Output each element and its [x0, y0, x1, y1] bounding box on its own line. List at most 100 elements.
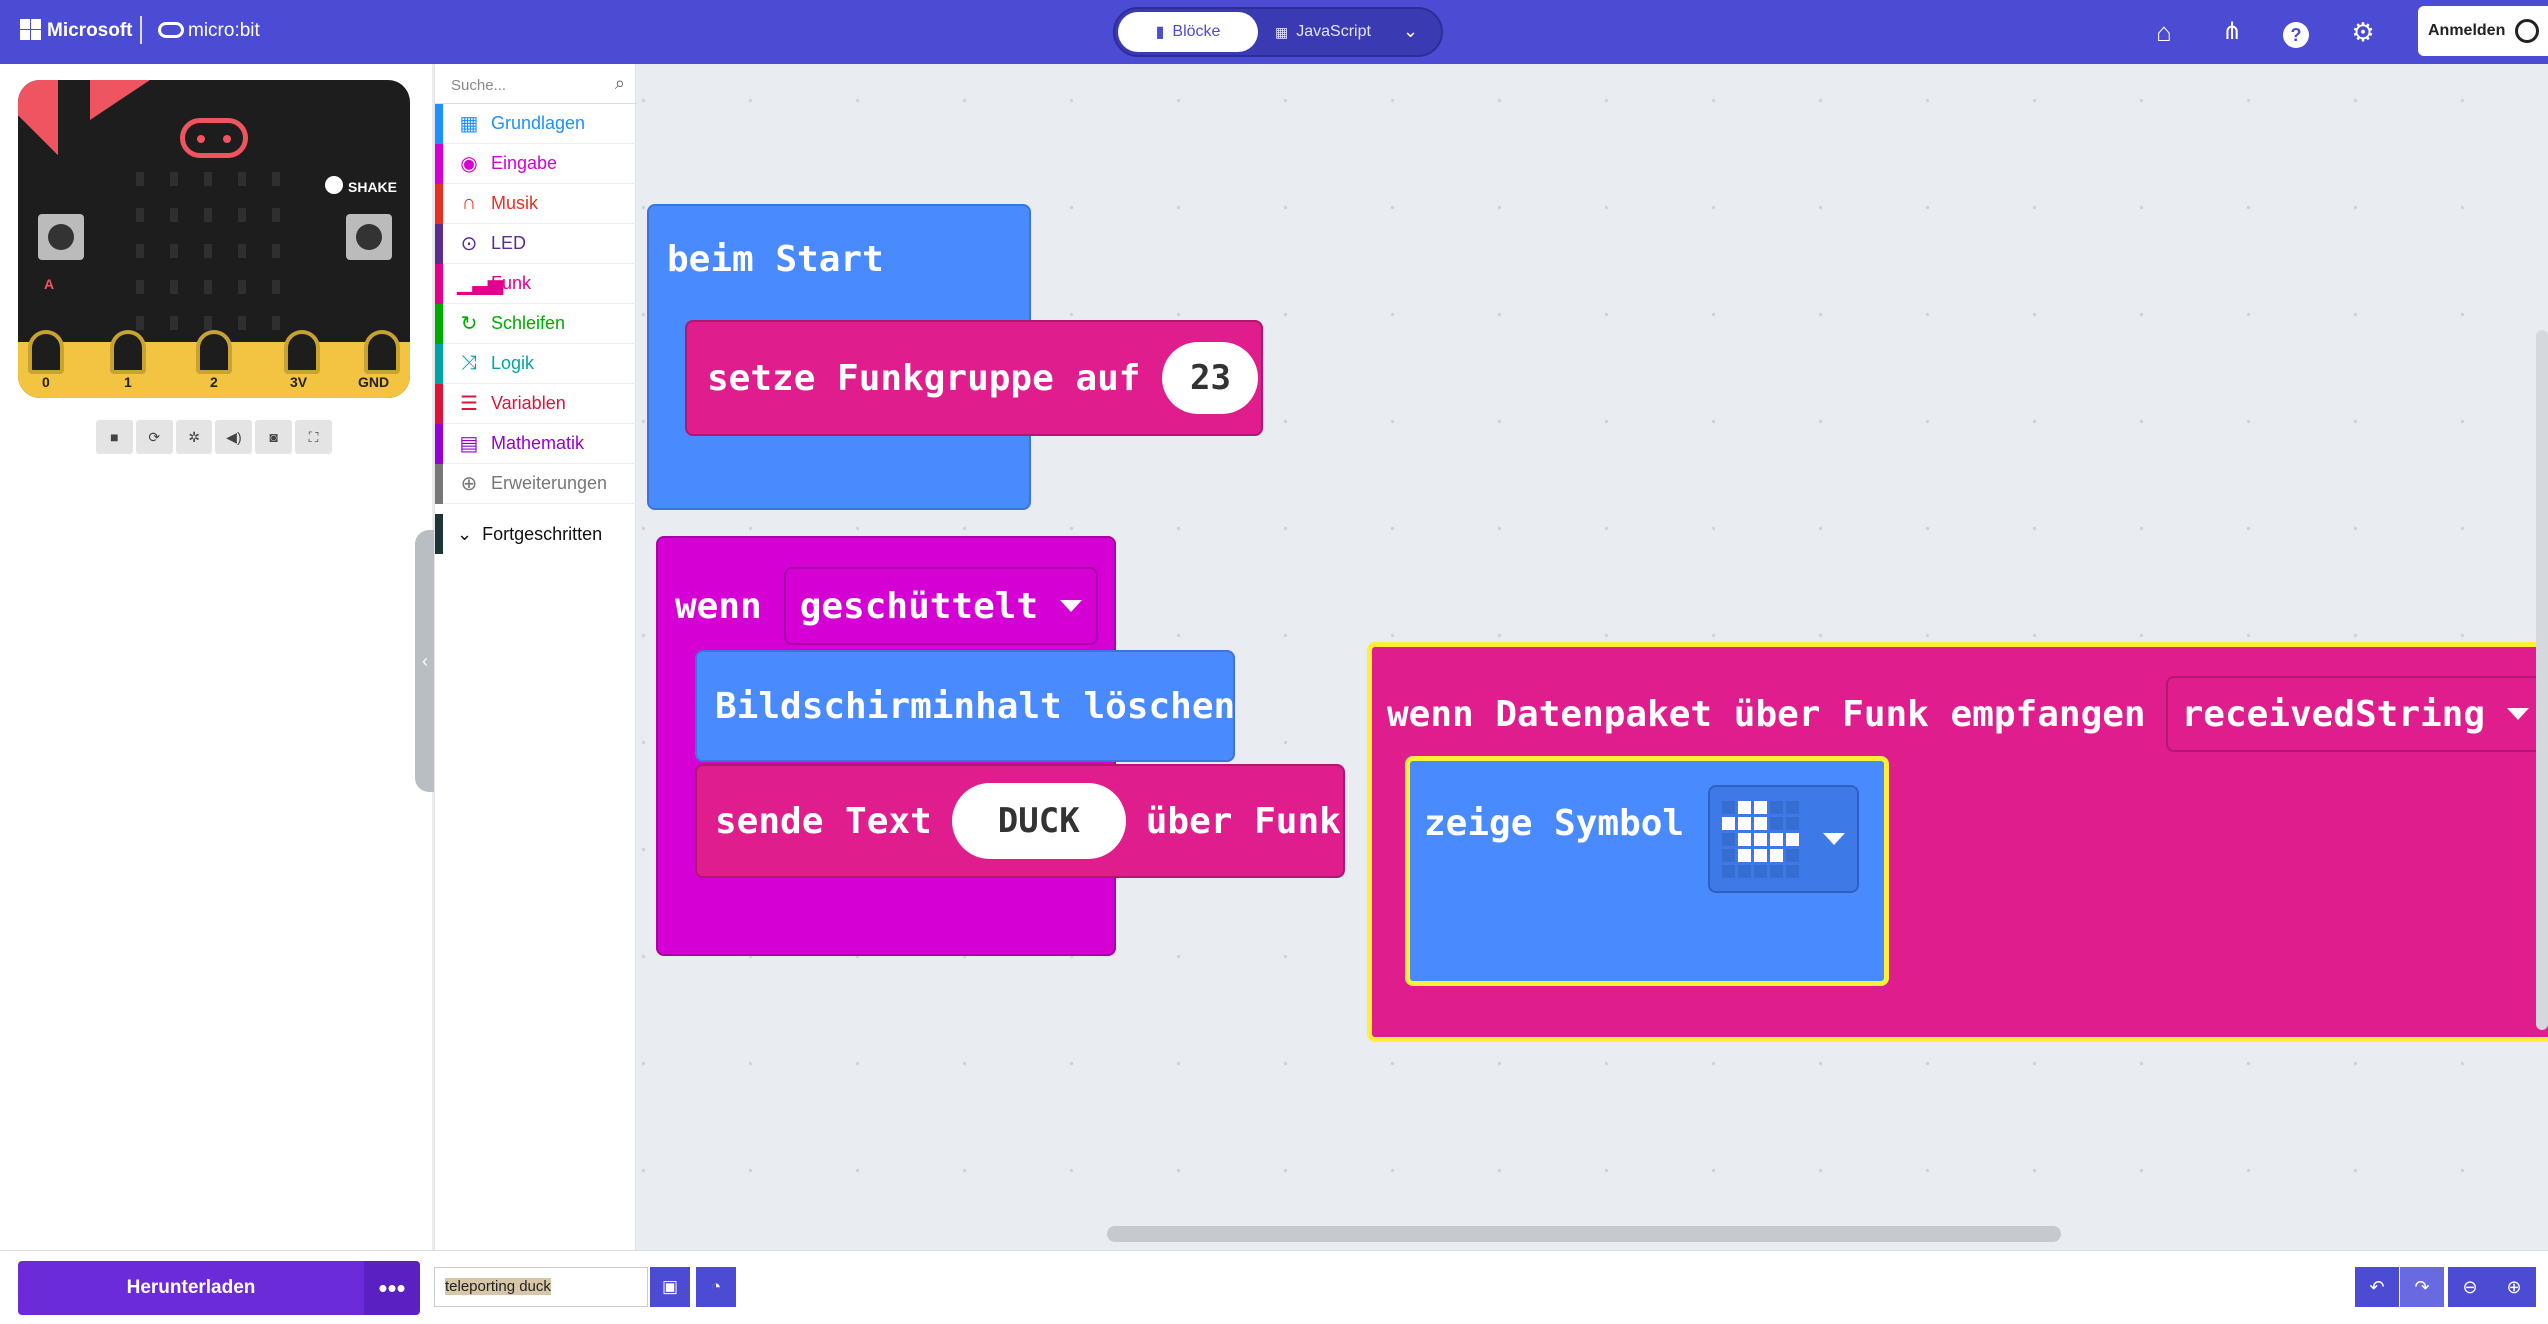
signin-button[interactable]: Anmelden	[2418, 6, 2548, 56]
signal-icon: ▁▃▅	[457, 273, 504, 295]
pin-label: 1	[124, 374, 132, 390]
microbit-label[interactable]: micro:bit	[188, 20, 260, 42]
pin-label: 2	[210, 374, 218, 390]
user-avatar-icon	[2515, 19, 2540, 43]
category-label: Logik	[491, 353, 535, 373]
received-variable-dropdown[interactable]: receivedString	[2165, 676, 2546, 752]
dropdown-arrow-icon	[1060, 600, 1083, 612]
microsoft-logo-icon	[20, 19, 41, 40]
horizontal-scrollbar[interactable]	[1107, 1226, 2061, 1242]
headphones-icon: ∩	[461, 192, 477, 214]
home-icon[interactable]: ⌂	[2146, 14, 2182, 50]
collapse-simulator-handle[interactable]: ‹	[415, 530, 435, 792]
show-icon-label: zeige Symbol	[1424, 803, 1685, 844]
gesture-dropdown[interactable]: geschüttelt	[783, 567, 1099, 645]
microbit-logo-touch[interactable]	[180, 118, 248, 158]
puzzle-icon: ▮	[1155, 24, 1165, 41]
edge-connector: 0 1 2 3V GND	[18, 330, 410, 398]
category-led[interactable]: ⊙ LED	[435, 224, 637, 264]
button-a[interactable]	[38, 214, 84, 260]
project-name-input[interactable]: teleporting duck	[434, 1267, 648, 1307]
undo-icon: ↶	[2369, 1276, 2385, 1297]
category-musik[interactable]: ∩ Musik	[435, 184, 637, 224]
zoom-out-button[interactable]: ⊖	[2448, 1267, 2492, 1307]
show-icon-block[interactable]: zeige Symbol	[1405, 756, 1889, 986]
simulator-toolbar: ■ ⟳ ✲ ◀) ◙ ⛶	[96, 420, 332, 454]
more-options-button[interactable]: •••	[364, 1261, 420, 1315]
category-variablen[interactable]: ☰ Variablen	[435, 384, 637, 424]
plus-icon: ⊕	[460, 473, 478, 495]
category-label: Schleifen	[491, 313, 566, 333]
save-icon: ▣	[661, 1277, 679, 1296]
pin-3v[interactable]	[284, 330, 320, 374]
clear-screen-label: Bildschirminhalt löschen	[715, 685, 1236, 727]
category-funk[interactable]: ▁▃▅ Funk	[435, 264, 637, 304]
on-received-header: wenn Datenpaket über Funk empfangen rece…	[1387, 676, 2546, 752]
shake-button[interactable]	[325, 176, 343, 194]
dropdown-arrow-icon	[1823, 833, 1846, 845]
category-logik[interactable]: ⤨ Logik	[435, 344, 637, 384]
duck-icon	[1722, 800, 1800, 878]
blocks-workspace[interactable]: beim Start setze Funkgruppe auf 23 wenn …	[637, 64, 2548, 1250]
category-eingabe[interactable]: ◉ Eingabe	[435, 144, 637, 184]
download-button[interactable]: Herunterladen	[18, 1261, 364, 1315]
icon-picker-dropdown[interactable]	[1708, 785, 1860, 893]
pin-label: 3V	[290, 374, 308, 390]
pin-label: GND	[358, 374, 390, 390]
javascript-icon: ▦	[1275, 23, 1289, 40]
signin-label: Anmelden	[2428, 22, 2506, 39]
send-string-block[interactable]: sende Text DUCK über Funk	[695, 764, 1345, 878]
category-erweiterungen[interactable]: ⊕ Erweiterungen	[435, 464, 637, 504]
led-matrix	[136, 172, 282, 330]
editor-toggle: ▮ Blöcke ▦ JavaScript ⌄	[1113, 7, 1443, 57]
settings-icon[interactable]: ⚙	[2345, 14, 2381, 50]
debug-icon[interactable]: ✲	[175, 420, 213, 454]
search-input[interactable]: Suche... ⌕	[435, 64, 637, 104]
screenshot-icon[interactable]: ◙	[255, 420, 293, 454]
tab-javascript[interactable]: ▦ JavaScript	[1275, 12, 1385, 52]
tab-blocks[interactable]: ▮ Blöcke	[1118, 12, 1258, 52]
github-button[interactable]: ◔	[696, 1267, 736, 1307]
help-icon[interactable]: ?	[2278, 14, 2314, 50]
set-radio-group-block[interactable]: setze Funkgruppe auf 23	[685, 320, 1263, 436]
undo-button[interactable]: ↶	[2355, 1267, 2399, 1307]
pin-1[interactable]	[110, 330, 146, 374]
restart-icon[interactable]: ⟳	[135, 420, 173, 454]
zoom-in-icon: ⊕	[2506, 1276, 2522, 1297]
pin-label: 0	[42, 374, 50, 390]
microsoft-label[interactable]: Microsoft	[47, 20, 133, 42]
github-icon: ◔	[710, 1277, 722, 1296]
category-schleifen[interactable]: ↻ Schleifen	[435, 304, 637, 344]
pin-2[interactable]	[196, 330, 232, 374]
pin-0[interactable]	[28, 330, 64, 374]
zoom-in-button[interactable]: ⊕	[2492, 1267, 2536, 1307]
board-corner-decoration	[90, 80, 150, 120]
vertical-scrollbar[interactable]	[2536, 330, 2548, 1030]
toggle-icon: ⊙	[460, 233, 478, 255]
button-b[interactable]	[346, 214, 392, 260]
on-received-label: wenn Datenpaket über Funk empfangen	[1387, 693, 2146, 735]
radio-group-value[interactable]: 23	[1162, 342, 1259, 414]
microbit-board[interactable]: SHAKE A B 0 1 2 3V GND	[18, 80, 410, 398]
category-advanced[interactable]: ⌄ Fortgeschritten	[435, 514, 637, 554]
grid-icon: ▦	[459, 113, 479, 135]
redo-button[interactable]: ↷	[2400, 1267, 2444, 1307]
stop-icon[interactable]: ■	[96, 420, 133, 454]
chevron-down-icon: ⌄	[457, 523, 473, 544]
clear-screen-block[interactable]: Bildschirminhalt löschen	[695, 650, 1235, 762]
category-label: Grundlagen	[491, 113, 586, 133]
category-mathematik[interactable]: ▤ Mathematik	[435, 424, 637, 464]
search-icon[interactable]: ⌕	[615, 73, 625, 94]
chevron-down-icon[interactable]: ⌄	[1403, 21, 1418, 42]
zoom-out-icon: ⊖	[2462, 1276, 2478, 1297]
sound-icon[interactable]: ◀)	[215, 420, 253, 454]
simulator-panel: SHAKE A B 0 1 2 3V GND ■ ⟳ ✲ ◀) ◙ ⛶	[0, 64, 432, 1250]
share-icon[interactable]: ⋔	[2214, 14, 2250, 50]
fullscreen-icon[interactable]: ⛶	[295, 420, 332, 454]
circle-icon: ◉	[460, 153, 478, 175]
pin-gnd[interactable]	[364, 330, 400, 374]
category-label: Erweiterungen	[491, 473, 608, 493]
save-button[interactable]: ▣	[650, 1267, 690, 1307]
category-grundlagen[interactable]: ▦ Grundlagen	[435, 104, 637, 144]
string-value-input[interactable]: DUCK	[951, 783, 1126, 859]
